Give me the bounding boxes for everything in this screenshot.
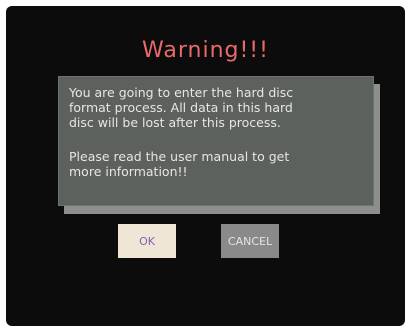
screen: Warning!!! You are going to enter the ha… — [6, 6, 405, 326]
message-panel: You are going to enter the hard disc for… — [58, 76, 374, 206]
warning-message: You are going to enter the hard disc for… — [69, 85, 294, 130]
manual-hint-message: Please read the user manual to get more … — [69, 149, 290, 179]
cancel-button[interactable]: CANCEL — [221, 224, 279, 258]
dialog-title: Warning!!! — [142, 38, 269, 63]
ok-button[interactable]: OK — [118, 224, 176, 258]
